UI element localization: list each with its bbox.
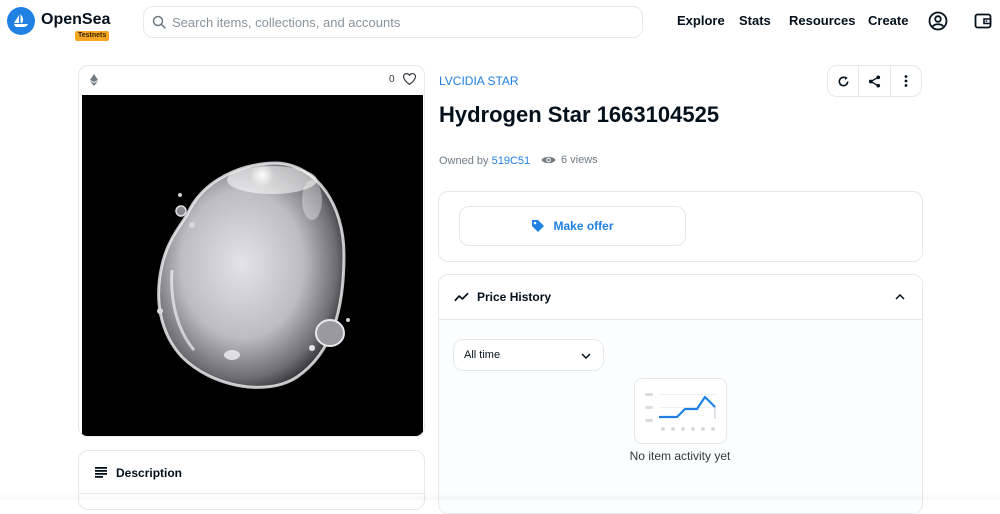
price-history-title: Price History [477, 290, 552, 304]
more-icon [904, 75, 908, 87]
ethereum-icon [90, 74, 98, 86]
empty-chart-icon [645, 393, 717, 431]
make-offer-button[interactable]: Make offer [459, 206, 686, 246]
brand-name[interactable]: OpenSea [41, 11, 110, 29]
views-label: 6 views [561, 154, 598, 166]
no-activity-text: No item activity yet [629, 449, 731, 463]
eye-icon [541, 156, 556, 164]
search-bar[interactable] [143, 6, 643, 38]
owner-link[interactable]: 519C51 [492, 155, 531, 167]
trend-icon [454, 292, 469, 302]
item-card-header: 0 [79, 66, 424, 94]
make-offer-label: Make offer [553, 219, 614, 233]
description-panel[interactable]: Description [78, 450, 425, 510]
refresh-button[interactable] [828, 66, 860, 96]
period-select-value: All time [464, 349, 501, 361]
more-button[interactable] [891, 66, 921, 96]
heart-icon[interactable] [403, 73, 416, 85]
owned-by-label: Owned by [439, 155, 489, 167]
nav-create[interactable]: Create [868, 13, 908, 28]
nav-explore[interactable]: Explore [677, 13, 725, 28]
nft-image[interactable] [82, 95, 423, 436]
wallet-icon[interactable] [972, 10, 994, 32]
description-title: Description [116, 466, 183, 480]
water-droplet-image [82, 95, 423, 436]
refresh-icon [838, 75, 849, 86]
search-icon [152, 15, 166, 29]
nav-resources[interactable]: Resources [789, 13, 855, 28]
chevron-down-icon [581, 353, 591, 359]
testnets-badge: Testnets [75, 31, 110, 41]
sailboat-icon [14, 14, 28, 27]
period-select[interactable]: All time [453, 339, 604, 371]
empty-chart-illustration [634, 378, 727, 444]
description-list-icon [95, 467, 107, 478]
share-icon [868, 74, 881, 88]
owned-by: Owned by 519C51 [439, 155, 530, 167]
tag-icon [532, 220, 545, 232]
item-image-card: 0 [78, 65, 425, 437]
opensea-logo[interactable] [7, 7, 35, 35]
favorite-count: 0 [389, 74, 395, 85]
page-bottom-fade [0, 492, 1000, 500]
chevron-up-icon[interactable] [895, 294, 905, 300]
share-button[interactable] [859, 66, 891, 96]
collection-link[interactable]: LVCIDIA STAR [439, 74, 519, 88]
item-actions [827, 65, 922, 97]
search-input[interactable] [170, 13, 610, 31]
views-count: 6 views [541, 154, 598, 166]
price-history-header[interactable]: Price History [439, 275, 922, 320]
item-title: Hydrogen Star 1663104525 [439, 102, 720, 127]
profile-icon[interactable] [927, 10, 949, 32]
nav-stats[interactable]: Stats [739, 13, 771, 28]
